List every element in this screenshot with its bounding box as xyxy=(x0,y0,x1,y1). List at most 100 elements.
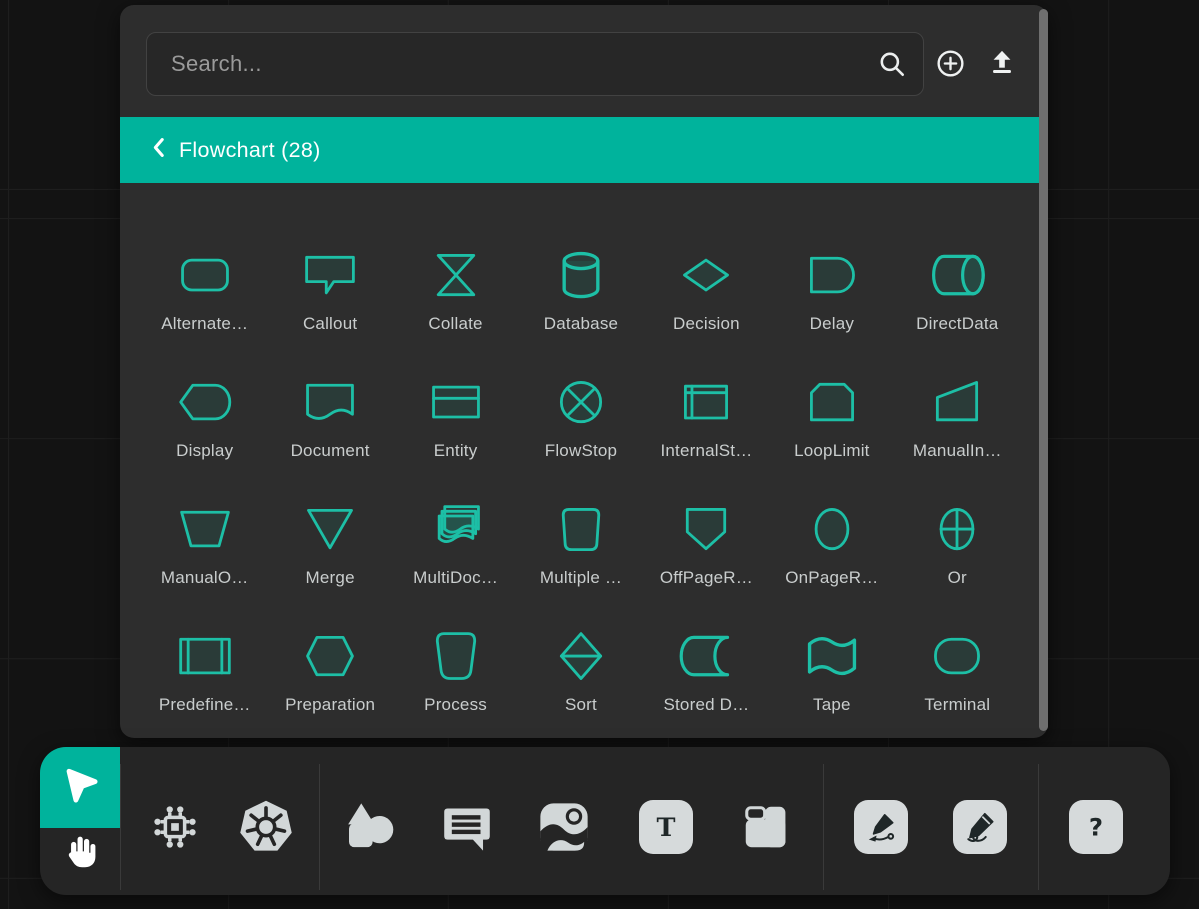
sort-shape-icon xyxy=(542,628,620,686)
shape-item-tape[interactable]: Tape xyxy=(793,628,871,715)
process-shape-icon xyxy=(417,628,495,686)
shape-label: Sort xyxy=(565,695,597,715)
shape-label: OnPageR… xyxy=(785,568,878,588)
freehand-tool-button[interactable] xyxy=(953,800,1007,854)
text-icon: T xyxy=(649,810,683,844)
panel-scrollbar[interactable] xyxy=(1039,9,1048,731)
comment-tool-button[interactable] xyxy=(438,798,496,856)
shape-item-directdata[interactable]: DirectData xyxy=(916,247,998,334)
shape-label: Display xyxy=(176,441,233,461)
shape-label: OffPageR… xyxy=(660,568,753,588)
connector-tool-button[interactable] xyxy=(854,800,908,854)
search-box xyxy=(146,32,924,96)
shape-label: Stored D… xyxy=(663,695,749,715)
delay-shape-icon xyxy=(793,247,871,305)
note-tool-button[interactable] xyxy=(737,798,795,856)
freehand-icon xyxy=(963,810,997,844)
shape-item-multidocument[interactable]: MultiDoc… xyxy=(413,501,498,588)
shape-item-manualinput[interactable]: ManualIn… xyxy=(913,374,1002,461)
diagram-canvas[interactable]: Flowchart (28) Alternate… Callout Collate D… xyxy=(0,0,1199,909)
help-icon: ? xyxy=(1079,810,1113,844)
comment-icon xyxy=(440,800,494,854)
select-tool-button[interactable] xyxy=(40,747,120,828)
shape-label: Tape xyxy=(813,695,851,715)
shape-label: Collate xyxy=(428,314,482,334)
shape-item-entity[interactable]: Entity xyxy=(417,374,495,461)
shape-item-merge[interactable]: Merge xyxy=(291,501,369,588)
hand-tool-button[interactable] xyxy=(40,828,120,895)
offpagereference-shape-icon xyxy=(667,501,745,559)
shape-label: Multiple … xyxy=(540,568,622,588)
terminal-shape-icon xyxy=(918,628,996,686)
multidocument-shape-icon xyxy=(417,501,495,559)
shapes-icon xyxy=(342,799,398,855)
looplimit-shape-icon xyxy=(793,374,871,432)
shape-item-decision[interactable]: Decision xyxy=(667,247,745,334)
shape-label: Or xyxy=(948,568,967,588)
shape-item-collate[interactable]: Collate xyxy=(417,247,495,334)
shape-item-storeddata[interactable]: Stored D… xyxy=(663,628,749,715)
circuit-tool-button[interactable] xyxy=(146,798,204,856)
shape-item-internalstorage[interactable]: InternalSt… xyxy=(660,374,752,461)
shape-label: InternalSt… xyxy=(660,441,752,461)
shape-item-flowstop[interactable]: FlowStop xyxy=(542,374,620,461)
chevron-left-icon xyxy=(152,137,165,163)
shape-item-or[interactable]: Or xyxy=(918,501,996,588)
shape-item-manualoperation[interactable]: ManualO… xyxy=(161,501,249,588)
shape-item-document[interactable]: Document xyxy=(291,374,370,461)
alternate-shape-icon xyxy=(166,247,244,305)
or-shape-icon xyxy=(918,501,996,559)
merge-shape-icon xyxy=(291,501,369,559)
cursor-icon xyxy=(58,763,102,812)
kubernetes-tool-button[interactable] xyxy=(237,798,295,856)
shape-item-terminal[interactable]: Terminal xyxy=(918,628,996,715)
shape-item-multipleprocess[interactable]: Multiple … xyxy=(540,501,622,588)
search-input[interactable] xyxy=(147,33,877,95)
help-tool-button[interactable]: ? xyxy=(1069,800,1123,854)
collate-shape-icon xyxy=(417,247,495,305)
shape-label: FlowStop xyxy=(545,441,617,461)
hand-icon xyxy=(58,828,102,877)
shape-item-looplimit[interactable]: LoopLimit xyxy=(793,374,871,461)
internalstorage-shape-icon xyxy=(667,374,745,432)
shape-item-preparation[interactable]: Preparation xyxy=(285,628,375,715)
upload-icon[interactable] xyxy=(982,35,1022,91)
directdata-shape-icon xyxy=(918,247,996,305)
shape-item-sort[interactable]: Sort xyxy=(542,628,620,715)
shape-label: Database xyxy=(544,314,618,334)
display-shape-icon xyxy=(166,374,244,432)
manualinput-shape-icon xyxy=(918,374,996,432)
shapes-tool-button[interactable] xyxy=(341,798,399,856)
shape-item-callout[interactable]: Callout xyxy=(291,247,369,334)
shape-item-predefinedprocess[interactable]: Predefine… xyxy=(159,628,251,715)
shape-label: DirectData xyxy=(916,314,998,334)
document-shape-icon xyxy=(291,374,369,432)
shape-item-onpagereference[interactable]: OnPageR… xyxy=(785,501,878,588)
shape-item-display[interactable]: Display xyxy=(166,374,244,461)
shape-label: ManualIn… xyxy=(913,441,1002,461)
multipleprocess-shape-icon xyxy=(542,501,620,559)
shape-item-offpagereference[interactable]: OffPageR… xyxy=(660,501,753,588)
toolbar-divider xyxy=(1038,764,1039,890)
text-tool-button[interactable]: T xyxy=(639,800,693,854)
shape-label: Alternate… xyxy=(161,314,248,334)
image-tool-button[interactable] xyxy=(535,798,593,856)
database-shape-icon xyxy=(542,247,620,305)
category-title: Flowchart (28) xyxy=(179,138,321,163)
circuit-icon xyxy=(147,799,203,855)
shape-label: Delay xyxy=(810,314,854,334)
add-circle-icon[interactable] xyxy=(930,35,970,91)
shape-item-delay[interactable]: Delay xyxy=(793,247,871,334)
connector-icon xyxy=(864,810,898,844)
shape-item-process[interactable]: Process xyxy=(417,628,495,715)
toolbar-divider xyxy=(120,764,121,890)
shape-label: Merge xyxy=(306,568,355,588)
shape-item-alternate[interactable]: Alternate… xyxy=(161,247,248,334)
category-header-back[interactable]: Flowchart (28) xyxy=(120,117,1048,183)
shape-label: Document xyxy=(291,441,370,461)
note-icon xyxy=(739,800,793,854)
shape-item-database[interactable]: Database xyxy=(542,247,620,334)
shape-label: Preparation xyxy=(285,695,375,715)
entity-shape-icon xyxy=(417,374,495,432)
storeddata-shape-icon xyxy=(667,628,745,686)
